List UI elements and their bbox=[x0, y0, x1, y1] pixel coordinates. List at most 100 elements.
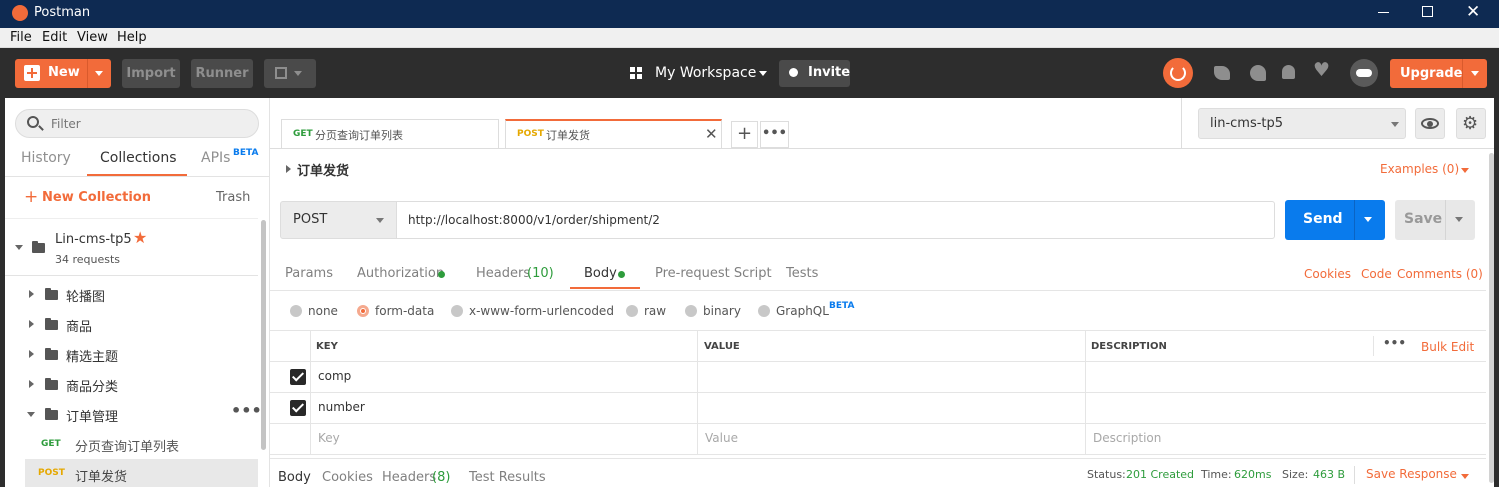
response-tab-test-results[interactable]: Test Results bbox=[469, 470, 546, 485]
tab-apis[interactable]: APIs bbox=[201, 150, 230, 166]
new-dropdown-icon[interactable] bbox=[95, 71, 103, 76]
chevron-down-icon[interactable] bbox=[27, 412, 35, 417]
chevron-down-icon[interactable] bbox=[1461, 474, 1469, 479]
response-tab-body[interactable]: Body bbox=[278, 470, 311, 485]
folder-icon bbox=[32, 241, 45, 253]
menu-help[interactable]: Help bbox=[117, 30, 147, 45]
chevron-right-icon[interactable] bbox=[29, 350, 34, 358]
cookies-link[interactable]: Cookies bbox=[1304, 267, 1351, 281]
chevron-down-icon bbox=[376, 218, 384, 223]
bell-icon[interactable] bbox=[1282, 65, 1295, 79]
value-placeholder[interactable]: Value bbox=[705, 431, 738, 445]
table-cell-key[interactable]: number bbox=[318, 400, 365, 414]
filter-box[interactable] bbox=[15, 109, 259, 138]
sidebar: History Collections APIs BETA + New Coll… bbox=[5, 98, 270, 487]
upgrade-button[interactable]: Upgrade bbox=[1390, 59, 1487, 88]
menu-view[interactable]: View bbox=[77, 30, 108, 45]
request-item-active[interactable]: POST 订单发货 bbox=[25, 459, 258, 487]
radio-urlencoded[interactable] bbox=[451, 305, 463, 317]
import-button[interactable]: Import bbox=[122, 59, 180, 88]
radio-raw[interactable] bbox=[626, 305, 638, 317]
save-dropdown-icon[interactable] bbox=[1455, 217, 1463, 222]
add-tab-icon[interactable]: + bbox=[731, 121, 758, 148]
folder-icon bbox=[45, 288, 58, 300]
trash-button[interactable]: Trash bbox=[216, 190, 250, 205]
send-dropdown-icon[interactable] bbox=[1364, 217, 1372, 222]
comments-link[interactable]: Comments (0) bbox=[1397, 267, 1483, 281]
response-tab-cookies[interactable]: Cookies bbox=[322, 470, 373, 485]
chevron-down-icon[interactable] bbox=[1461, 168, 1469, 173]
minimize-icon[interactable] bbox=[1378, 12, 1389, 13]
wrench-icon[interactable] bbox=[1250, 65, 1266, 81]
chevron-right-icon[interactable] bbox=[29, 320, 34, 328]
cloud-icon[interactable] bbox=[1350, 59, 1378, 87]
method-select[interactable]: POST bbox=[280, 201, 397, 239]
tab-headers[interactable]: Headers bbox=[476, 266, 530, 281]
save-response-button[interactable]: Save Response bbox=[1366, 467, 1457, 481]
menu-file[interactable]: File bbox=[10, 30, 32, 45]
tab-body[interactable]: Body bbox=[584, 266, 617, 281]
new-window-icon bbox=[275, 67, 287, 79]
table-options-icon[interactable]: ••• bbox=[1383, 336, 1406, 350]
key-placeholder[interactable]: Key bbox=[318, 431, 340, 445]
environment-quick-look-button[interactable] bbox=[1415, 108, 1445, 139]
request-tab[interactable]: GET 分页查询订单列表 bbox=[281, 119, 499, 149]
beta-badge: BETA bbox=[829, 301, 855, 311]
request-item[interactable]: GET 分页查询订单列表 bbox=[25, 431, 258, 459]
star-icon[interactable]: ★ bbox=[133, 228, 147, 247]
close-window-icon[interactable]: ✕ bbox=[1466, 2, 1480, 22]
sync-icon[interactable] bbox=[1163, 58, 1193, 88]
list-item[interactable]: 轮播图 bbox=[5, 281, 258, 309]
sidebar-scrollbar[interactable] bbox=[261, 220, 266, 450]
menu-edit[interactable]: Edit bbox=[42, 30, 67, 45]
save-button[interactable]: Save bbox=[1395, 200, 1475, 240]
filter-input[interactable] bbox=[51, 115, 241, 133]
chevron-right-icon[interactable] bbox=[286, 165, 291, 173]
radio-binary[interactable] bbox=[685, 305, 697, 317]
request-tab-active[interactable]: POST 订单发货 ✕ bbox=[505, 119, 722, 149]
row-checkbox[interactable] bbox=[290, 400, 306, 416]
radio-graphql[interactable] bbox=[758, 305, 770, 317]
chevron-right-icon[interactable] bbox=[29, 380, 34, 388]
new-window-button[interactable] bbox=[264, 59, 316, 88]
runner-button[interactable]: Runner bbox=[191, 59, 253, 88]
new-button[interactable]: New bbox=[15, 59, 111, 88]
url-input[interactable] bbox=[396, 201, 1275, 239]
tab-pre-request-script[interactable]: Pre-request Script bbox=[655, 266, 772, 281]
close-tab-icon[interactable]: ✕ bbox=[705, 125, 718, 143]
list-item[interactable]: 精选主题 bbox=[5, 341, 258, 369]
environment-select[interactable]: lin-cms-tp5 bbox=[1198, 108, 1406, 139]
radio-none[interactable] bbox=[290, 305, 302, 317]
examples-button[interactable]: Examples (0) bbox=[1380, 162, 1459, 176]
code-link[interactable]: Code bbox=[1361, 267, 1392, 281]
invite-button[interactable]: Invite bbox=[779, 60, 850, 87]
chevron-down-icon[interactable] bbox=[15, 245, 23, 250]
description-placeholder[interactable]: Description bbox=[1093, 431, 1161, 445]
table-cell-key[interactable]: comp bbox=[318, 369, 351, 383]
main-scrollbar[interactable] bbox=[1489, 153, 1494, 483]
chevron-right-icon[interactable] bbox=[29, 290, 34, 298]
response-tab-headers[interactable]: Headers bbox=[382, 470, 436, 485]
more-options-icon[interactable]: ••• bbox=[231, 401, 262, 420]
settings-button[interactable]: ⚙ bbox=[1456, 108, 1486, 139]
tab-authorization[interactable]: Authorization bbox=[357, 266, 444, 281]
collection-item[interactable]: Lin-cms-tp5 ★ 34 requests bbox=[5, 218, 258, 276]
bulk-edit-link[interactable]: Bulk Edit bbox=[1421, 340, 1474, 354]
menu-bar: File Edit View Help bbox=[0, 28, 1499, 48]
maximize-icon[interactable] bbox=[1422, 6, 1433, 17]
list-item[interactable]: 商品分类 bbox=[5, 371, 258, 399]
send-button[interactable]: Send bbox=[1285, 200, 1385, 240]
heart-icon[interactable]: ♥ bbox=[1313, 59, 1330, 81]
upgrade-dropdown-icon[interactable] bbox=[1471, 71, 1479, 76]
tab-params[interactable]: Params bbox=[285, 266, 333, 281]
list-item[interactable]: 商品 bbox=[5, 311, 258, 339]
new-collection-button[interactable]: New Collection bbox=[42, 190, 151, 205]
tab-tests[interactable]: Tests bbox=[786, 266, 818, 281]
list-item[interactable]: 订单管理 ••• bbox=[5, 401, 262, 429]
satellite-icon[interactable] bbox=[1214, 66, 1230, 80]
tab-collections[interactable]: Collections bbox=[100, 150, 177, 166]
tab-history[interactable]: History bbox=[21, 150, 71, 166]
tab-options-icon[interactable]: ••• bbox=[760, 121, 789, 148]
workspace-switcher[interactable]: My Workspace bbox=[628, 59, 770, 88]
row-checkbox[interactable] bbox=[290, 369, 306, 385]
